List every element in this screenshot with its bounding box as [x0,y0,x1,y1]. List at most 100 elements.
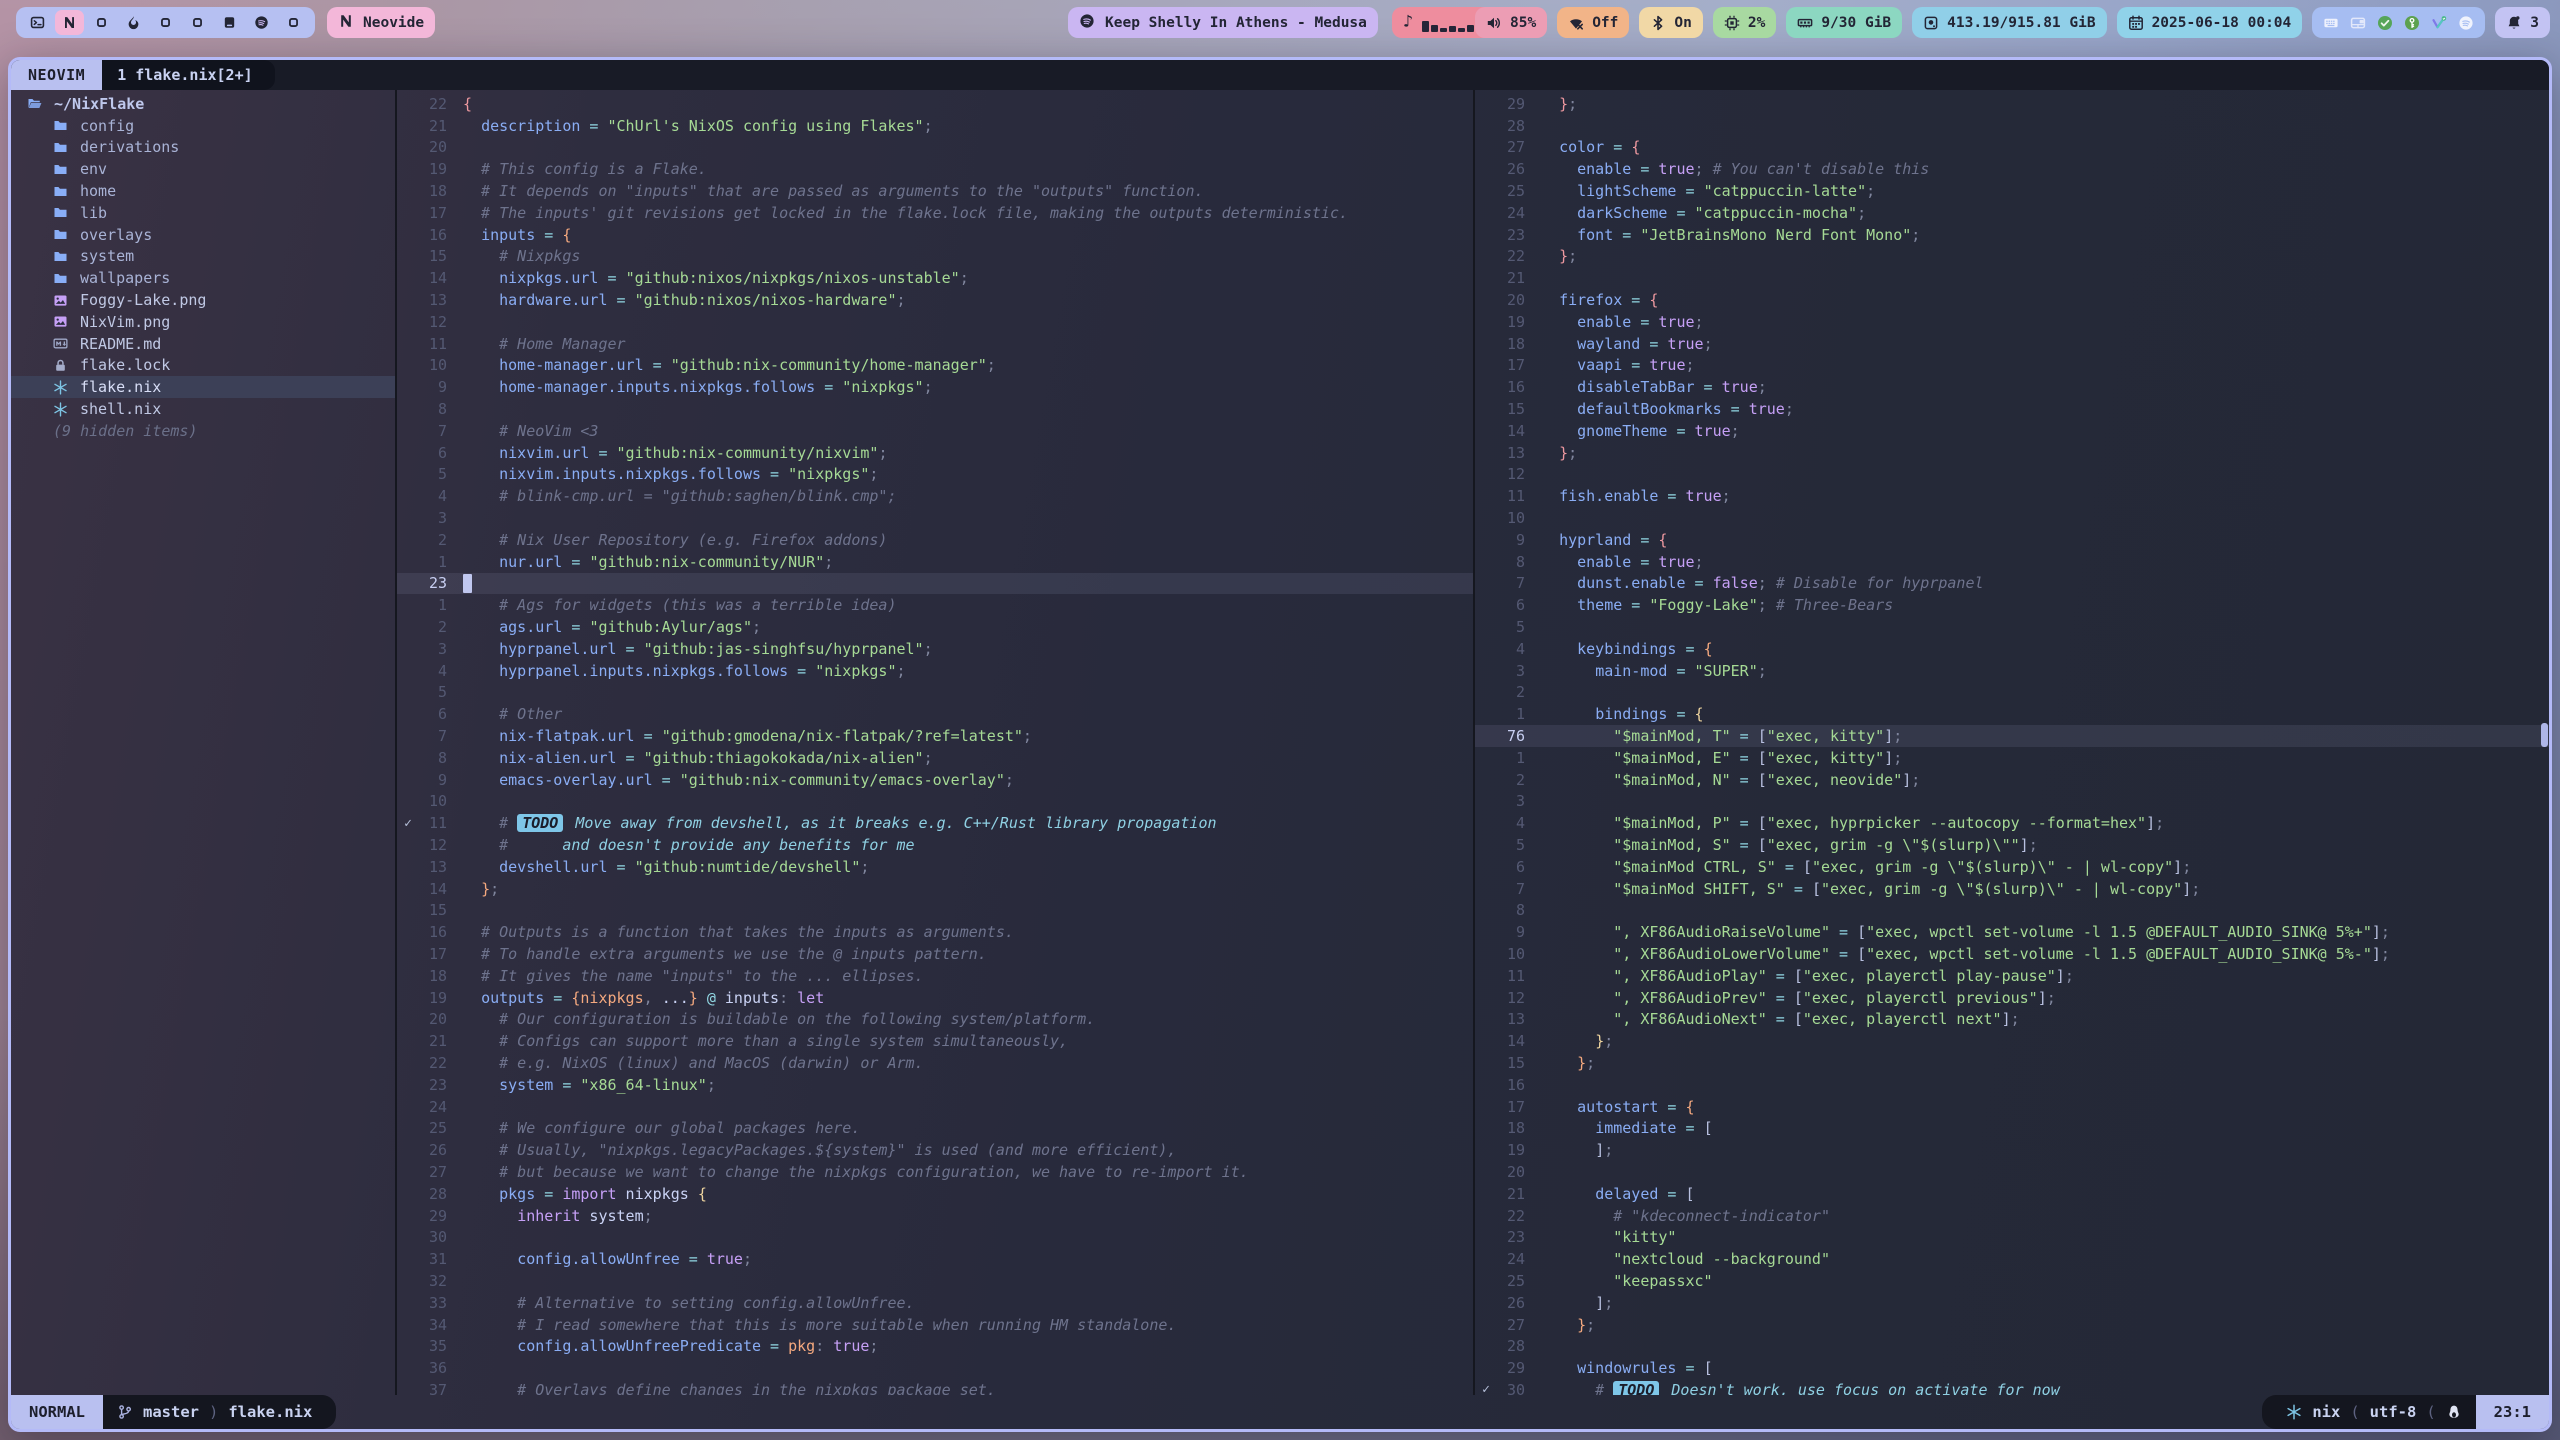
code-line[interactable]: 1 bindings = { [1475,703,2549,725]
code-line[interactable]: 27 }; [1475,1314,2549,1336]
code-line[interactable]: 26 # Usually, "nixpkgs.legacyPackages.${… [397,1139,1473,1161]
scrollbar-thumb[interactable] [2541,723,2548,747]
code-line[interactable]: 19 ]; [1475,1139,2549,1161]
code-line[interactable]: ✓30 # TODO Doesn't work, use focus_on_ac… [1475,1379,2549,1395]
code-line[interactable]: 15 # Nixpkgs [397,246,1473,268]
code-line[interactable]: 11 ", XF86AudioPlay" = ["exec, playerctl… [1475,965,2549,987]
code-line[interactable]: 13 ", XF86AudioNext" = ["exec, playerctl… [1475,1008,2549,1030]
code-line[interactable]: 7 # NeoVim <3 [397,420,1473,442]
code-line[interactable]: 35 config.allowUnfreePredicate = pkg: tr… [397,1335,1473,1357]
sync-check-icon[interactable] [2431,15,2447,31]
code-line[interactable]: 27 color = { [1475,137,2549,159]
status-pill-notifications[interactable]: 3 [2495,7,2550,38]
code-line[interactable]: 4 "$mainMod, P" = ["exec, hyprpicker --a… [1475,812,2549,834]
status-pill-memory[interactable]: 9/30 GiB [1786,7,1902,38]
code-line[interactable]: 28 pkgs = import nixpkgs { [397,1183,1473,1205]
code-line[interactable]: 8 [397,398,1473,420]
tab-flake-nix[interactable]: 1 flake.nix[2+] [102,60,274,90]
code-line[interactable]: 11 fish.enable = true; [1475,485,2549,507]
status-pill-bluetooth[interactable]: On [1639,7,1702,38]
workspace-9-square-icon[interactable] [279,10,308,35]
code-line[interactable]: 11 # Home Manager [397,333,1473,355]
code-line[interactable]: 23 system = "x86_64-linux"; [397,1074,1473,1096]
code-line[interactable]: 17 # The inputs' git revisions get locke… [397,202,1473,224]
code-line[interactable]: 17 # To handle extra arguments we use th… [397,943,1473,965]
code-line[interactable]: 3 [1475,791,2549,813]
tree-item-system[interactable]: system [11,246,395,268]
code-line[interactable]: 25 # We configure our global packages he… [397,1117,1473,1139]
code-line[interactable]: 4 keybindings = { [1475,638,2549,660]
code-line[interactable]: 29 windowrules = [ [1475,1357,2549,1379]
spotify-white-icon[interactable] [2458,15,2474,31]
code-line[interactable]: 25 lightScheme = "catppuccin-latte"; [1475,180,2549,202]
code-line-current[interactable]: 23 [397,573,1473,595]
code-line[interactable]: 24 [397,1096,1473,1118]
code-line[interactable]: 23 "kitty" [1475,1226,2549,1248]
code-line[interactable]: 9 emacs-overlay.url = "github:nix-commun… [397,769,1473,791]
tree-item-overlays[interactable]: overlays [11,224,395,246]
workspace-3-square-icon[interactable] [87,10,116,35]
code-line[interactable]: 26 enable = true; # You can't disable th… [1475,158,2549,180]
code-line-current[interactable]: 76 "$mainMod, T" = ["exec, kitty"]; [1475,725,2549,747]
code-line[interactable]: 3 [397,507,1473,529]
code-line[interactable]: 1 nur.url = "github:nix-community/NUR"; [397,551,1473,573]
tree-item-wallpapers[interactable]: wallpapers [11,267,395,289]
music-pill[interactable]: Keep Shelly In Athens - Medusa [1068,7,1378,38]
code-line[interactable]: 2 [1475,682,2549,704]
code-line[interactable]: 29 inherit system; [397,1205,1473,1227]
tree-item-config[interactable]: config [11,115,395,137]
tree-item-flake.lock[interactable]: flake.lock [11,355,395,377]
code-line[interactable]: 14 }; [1475,1030,2549,1052]
code-line[interactable]: 30 [397,1226,1473,1248]
code-line[interactable]: 24 "nextcloud --background" [1475,1248,2549,1270]
code-line[interactable]: 34 # I read somewhere that this is more … [397,1314,1473,1336]
status-pill-tray[interactable] [2312,7,2485,38]
active-window-pill[interactable]: Neovide [327,7,435,38]
code-line[interactable]: 12 [397,311,1473,333]
tree-item-Foggy-Lake.png[interactable]: Foggy-Lake.png [11,289,395,311]
code-line[interactable]: 16 disableTabBar = true; [1475,376,2549,398]
code-line[interactable]: 9 home-manager.inputs.nixpkgs.follows = … [397,376,1473,398]
code-line[interactable]: 37 # Overlays define changes in the nixp… [397,1379,1473,1395]
code-line[interactable]: 6 "$mainMod CTRL, S" = ["exec, grim -g \… [1475,856,2549,878]
code-line[interactable]: 4 # blink-cmp.url = "github:saghen/blink… [397,485,1473,507]
code-line[interactable]: 5 [1475,616,2549,638]
tree-item-derivations[interactable]: derivations [11,137,395,159]
code-line[interactable]: 20 # Our configuration is buildable on t… [397,1008,1473,1030]
status-pill-volume[interactable]: 85% [1475,7,1547,38]
tree-item-shell.nix[interactable]: shell.nix [11,398,395,420]
check-circle-icon[interactable] [2377,15,2393,31]
code-line[interactable]: 3 hyprpanel.url = "github:jas-singhfsu/h… [397,638,1473,660]
code-line[interactable]: 31 config.allowUnfree = true; [397,1248,1473,1270]
code-line[interactable]: 22 }; [1475,246,2549,268]
code-line[interactable]: 7 "$mainMod SHIFT, S" = ["exec, grim -g … [1475,878,2549,900]
workspace-2-neovim-icon[interactable] [55,10,84,35]
code-line[interactable]: 22 # e.g. NixOS (linux) and MacOS (darwi… [397,1052,1473,1074]
tree-item-flake.nix[interactable]: flake.nix [11,376,395,398]
status-pill-disk[interactable]: 413.19/915.81 GiB [1912,7,2106,38]
code-line[interactable]: 18 immediate = [ [1475,1117,2549,1139]
code-line[interactable]: 14 nixpkgs.url = "github:nixos/nixpkgs/n… [397,267,1473,289]
code-line[interactable]: 20 firefox = { [1475,289,2549,311]
code-line[interactable]: 8 nix-alien.url = "github:thiagokokada/n… [397,747,1473,769]
code-line[interactable]: 33 # Alternative to setting config.allow… [397,1292,1473,1314]
code-line[interactable]: 3 main-mod = "SUPER"; [1475,660,2549,682]
code-line[interactable]: 14 }; [397,878,1473,900]
code-line[interactable]: 25 "keepassxc" [1475,1270,2549,1292]
code-line[interactable]: 12 # and doesn't provide any benefits fo… [397,834,1473,856]
code-line[interactable]: 10 [1475,507,2549,529]
code-line[interactable]: 8 [1475,899,2549,921]
code-line[interactable]: 9 ", XF86AudioRaiseVolume" = ["exec, wpc… [1475,921,2549,943]
code-line[interactable]: 26 ]; [1475,1292,2549,1314]
code-line[interactable]: 18 wayland = true; [1475,333,2549,355]
code-line[interactable]: 16 [1475,1074,2549,1096]
code-line[interactable]: 19 # This config is a Flake. [397,158,1473,180]
code-line[interactable]: 5 nixvim.inputs.nixpkgs.follows = "nixpk… [397,464,1473,486]
code-line[interactable]: 19 outputs = {nixpkgs, ...} @ inputs: le… [397,987,1473,1009]
tree-item-home[interactable]: home [11,180,395,202]
code-line[interactable]: 29 }; [1475,93,2549,115]
code-line[interactable]: 5 [397,682,1473,704]
code-line[interactable]: 15 [397,899,1473,921]
code-line[interactable]: 13 hardware.url = "github:nixos/nixos-ha… [397,289,1473,311]
code-line[interactable]: 21 # Configs can support more than a sin… [397,1030,1473,1052]
